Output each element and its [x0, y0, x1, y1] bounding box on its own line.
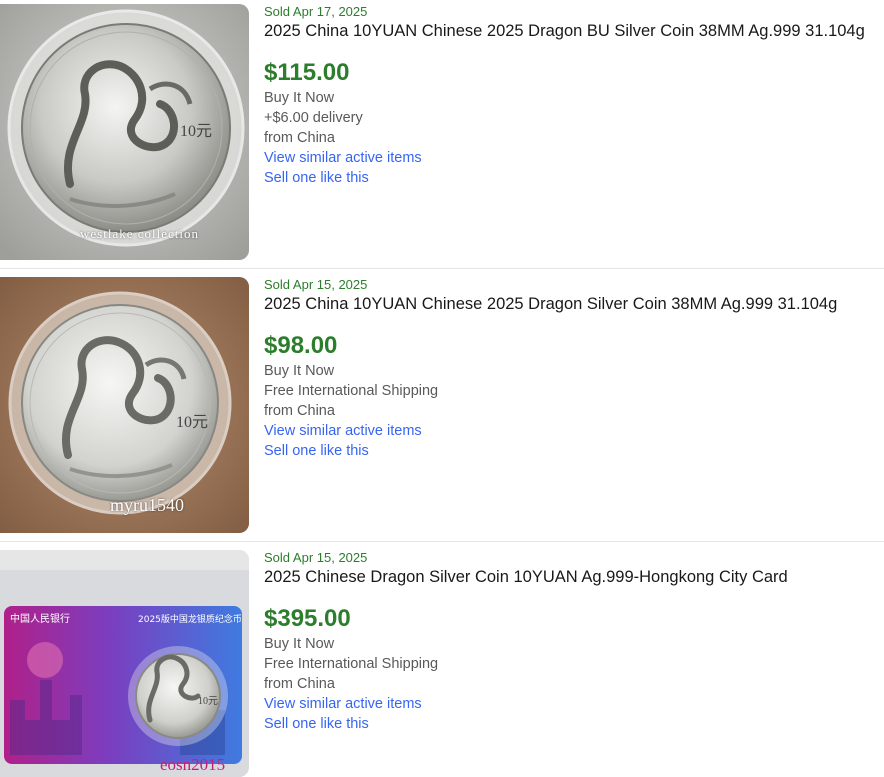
view-similar-link[interactable]: View similar active items [264, 421, 876, 441]
shipping-cost: +$6.00 delivery [264, 110, 363, 126]
listing-details: Sold Apr 15, 2025 2025 China 10YUAN Chin… [264, 277, 876, 461]
sold-price: $98.00 [264, 332, 338, 359]
purchase-format: Buy It Now [264, 90, 335, 106]
sold-price: $395.00 [264, 605, 351, 632]
listing-item: 中国人民银行 2025版中国龙银质纪念币 10元 eosn2015 Sold A… [0, 542, 884, 777]
sell-one-like-this-link[interactable]: Sell one like this [264, 714, 876, 734]
purchase-format: Buy It Now [264, 636, 335, 652]
sold-listings-page: 10元 westlake collection Sold Apr 17, 202… [0, 0, 884, 777]
purchase-format: Buy It Now [264, 363, 335, 379]
svg-text:中国人民银行: 中国人民银行 [10, 612, 70, 625]
coin-card-image: 中国人民银行 2025版中国龙银质纪念币 10元 [0, 550, 249, 777]
listing-thumbnail[interactable]: 10元 myru1540 [0, 277, 249, 533]
listing-thumbnail[interactable]: 10元 westlake collection [0, 4, 249, 260]
listing-title-link[interactable]: 2025 China 10YUAN Chinese 2025 Dragon Si… [264, 293, 876, 315]
item-location: from China [264, 676, 335, 692]
shipping-cost: Free International Shipping [264, 383, 439, 399]
view-similar-link[interactable]: View similar active items [264, 694, 876, 714]
shipping-cost: Free International Shipping [264, 656, 439, 672]
sold-date: Sold Apr 17, 2025 [264, 4, 368, 19]
item-location: from China [264, 130, 335, 146]
sold-date: Sold Apr 15, 2025 [264, 277, 368, 292]
view-similar-link[interactable]: View similar active items [264, 148, 876, 168]
item-location: from China [264, 403, 335, 419]
sold-date: Sold Apr 15, 2025 [264, 550, 368, 565]
sell-one-like-this-link[interactable]: Sell one like this [264, 168, 876, 188]
listing-item: 10元 myru1540 Sold Apr 15, 2025 2025 Chin… [0, 269, 884, 541]
seller-watermark: myru1540 [110, 495, 184, 515]
coin-image: 10元 [0, 4, 249, 260]
listing-details: Sold Apr 15, 2025 2025 Chinese Dragon Si… [264, 550, 876, 734]
sell-one-like-this-link[interactable]: Sell one like this [264, 441, 876, 461]
sold-price: $115.00 [264, 59, 350, 86]
svg-text:10元: 10元 [180, 123, 212, 140]
listing-item: 10元 westlake collection Sold Apr 17, 202… [0, 0, 884, 268]
listing-thumbnail[interactable]: 中国人民银行 2025版中国龙银质纪念币 10元 eosn2015 [0, 550, 249, 777]
seller-watermark: eosn2015 [160, 755, 226, 774]
card-header-text: 2025版中国龙银质纪念币 [138, 613, 242, 625]
svg-text:10元: 10元 [198, 696, 218, 707]
seller-watermark: westlake collection [80, 226, 199, 241]
svg-text:10元: 10元 [176, 414, 208, 431]
listing-title-link[interactable]: 2025 China 10YUAN Chinese 2025 Dragon BU… [264, 20, 876, 42]
listing-title-link[interactable]: 2025 Chinese Dragon Silver Coin 10YUAN A… [264, 566, 876, 588]
listing-details: Sold Apr 17, 2025 2025 China 10YUAN Chin… [264, 4, 876, 188]
